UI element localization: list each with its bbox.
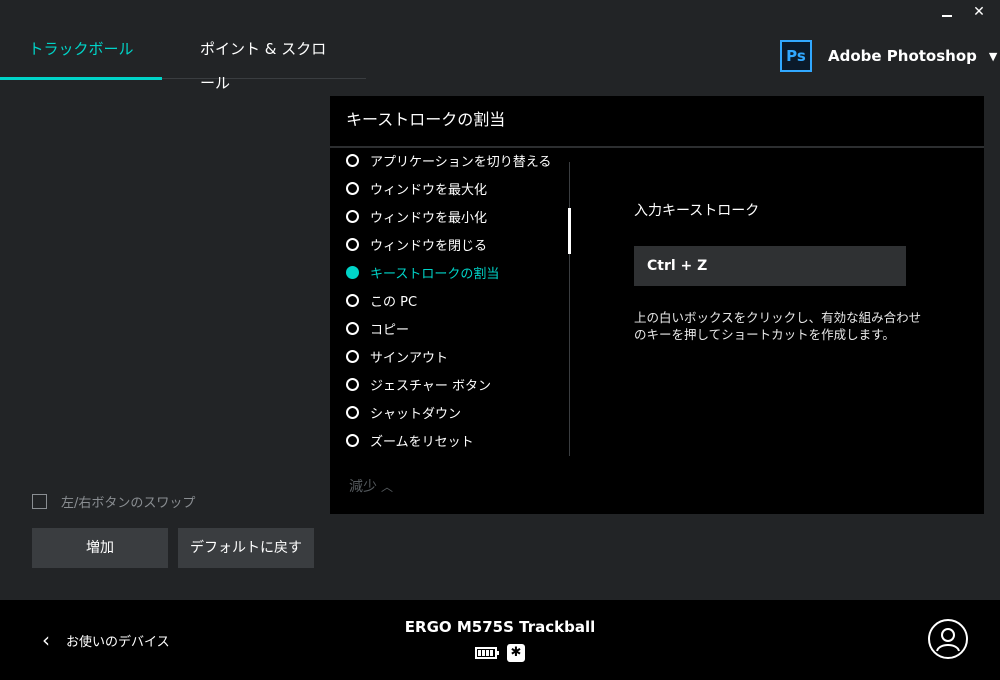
device-name: ERGO M575S Trackball [404, 618, 596, 636]
action-item[interactable]: ウィンドウを閉じる [346, 230, 556, 258]
window-controls: ✕ [942, 4, 986, 20]
tab-bar: トラックボール ポイント & スクロール [0, 32, 366, 92]
radio-button[interactable] [346, 154, 359, 167]
radio-button[interactable] [346, 321, 359, 335]
action-label: ジェスチャー ボタン [370, 378, 492, 394]
radio-button[interactable] [346, 377, 359, 391]
action-label: ウィンドウを閉じる [370, 238, 488, 254]
swap-label: 左/右ボタンのスワップ [61, 496, 196, 511]
keystroke-panel: キーストロークの割当 アプリケーションを切り替える ウィンドウを最大化 ウィンドウを… [330, 96, 984, 514]
reduce-label: 減少 [349, 479, 377, 495]
restore-default-button[interactable]: デフォルトに戻す [178, 528, 314, 568]
minimize-button[interactable] [942, 4, 956, 20]
tab-point-scroll[interactable]: ポイント & スクロール [200, 32, 340, 92]
action-label: サインアウト [370, 350, 449, 366]
app-selector[interactable]: Ps Adobe Photoshop ▼ [780, 40, 997, 72]
keystroke-input[interactable]: Ctrl + Z [634, 246, 906, 286]
action-item[interactable]: キーストロークの割当 [346, 258, 556, 286]
radio-button[interactable] [346, 265, 359, 279]
action-label: ウィンドウを最大化 [370, 182, 488, 198]
radio-button[interactable] [346, 209, 359, 223]
unifying-receiver-icon: ✱ [507, 644, 525, 662]
footer: ‹ お使いのデバイス ERGO M575S Trackball ✱ [0, 600, 1000, 680]
action-label: この PC [370, 294, 418, 310]
tab-label: ポイント & スクロール [200, 40, 327, 92]
close-button[interactable]: ✕ [972, 4, 986, 20]
swap-checkbox[interactable] [32, 494, 47, 509]
action-item[interactable]: ウィンドウを最小化 [346, 202, 556, 230]
radio-button[interactable] [346, 433, 359, 447]
radio-button[interactable] [346, 293, 359, 307]
tab-trackball[interactable]: トラックボール [0, 32, 162, 80]
swap-buttons-toggle[interactable]: 左/右ボタンのスワップ [32, 492, 195, 511]
add-button[interactable]: 増加 [32, 528, 168, 568]
action-item[interactable]: アプリケーションを切り替える [346, 154, 556, 174]
action-item[interactable]: ジェスチャー ボタン [346, 370, 556, 398]
action-item[interactable]: シャットダウン [346, 398, 556, 426]
chevron-down-icon: ▼ [988, 49, 998, 63]
keystroke-label: 入力キーストローク [634, 203, 760, 219]
user-icon [936, 628, 960, 652]
reduce-button[interactable]: 減少 ︿ [349, 476, 393, 496]
photoshop-icon: Ps [780, 40, 812, 72]
radio-button[interactable] [346, 181, 359, 195]
action-label: ズームをリセット [370, 434, 474, 450]
minimize-icon [942, 15, 952, 17]
action-label: アプリケーションを切り替える [370, 154, 552, 170]
radio-button[interactable] [346, 405, 359, 419]
chevron-up-icon: ︿ [381, 479, 394, 494]
tab-label: トラックボール [28, 40, 134, 58]
radio-button[interactable] [346, 237, 359, 251]
action-item[interactable]: ズームをリセット [346, 426, 556, 454]
scrollbar[interactable] [568, 208, 571, 254]
action-label: コピー [370, 322, 410, 338]
action-item[interactable]: コピー [346, 314, 556, 342]
device-status: ✱ [475, 644, 525, 662]
action-item[interactable]: ウィンドウを最大化 [346, 174, 556, 202]
action-label: ウィンドウを最小化 [370, 210, 488, 226]
keystroke-help-text: 上の白いボックスをクリックし、有効な組み合わせのキーを押してショートカットを作成… [634, 310, 922, 342]
battery-icon [475, 647, 499, 659]
action-label: シャットダウン [370, 406, 462, 422]
app-name: Adobe Photoshop [828, 47, 977, 65]
radio-button[interactable] [346, 349, 359, 363]
account-button[interactable] [928, 619, 968, 659]
action-label: キーストロークの割当 [370, 266, 500, 282]
action-item[interactable]: サインアウト [346, 342, 556, 370]
active-tab-indicator [0, 77, 162, 80]
panel-title: キーストロークの割当 [330, 96, 984, 148]
action-item[interactable]: この PC [346, 286, 556, 314]
action-list: アプリケーションを切り替える ウィンドウを最大化 ウィンドウを最小化 ウィンドウを閉じ… [346, 154, 556, 454]
list-divider [569, 162, 570, 456]
